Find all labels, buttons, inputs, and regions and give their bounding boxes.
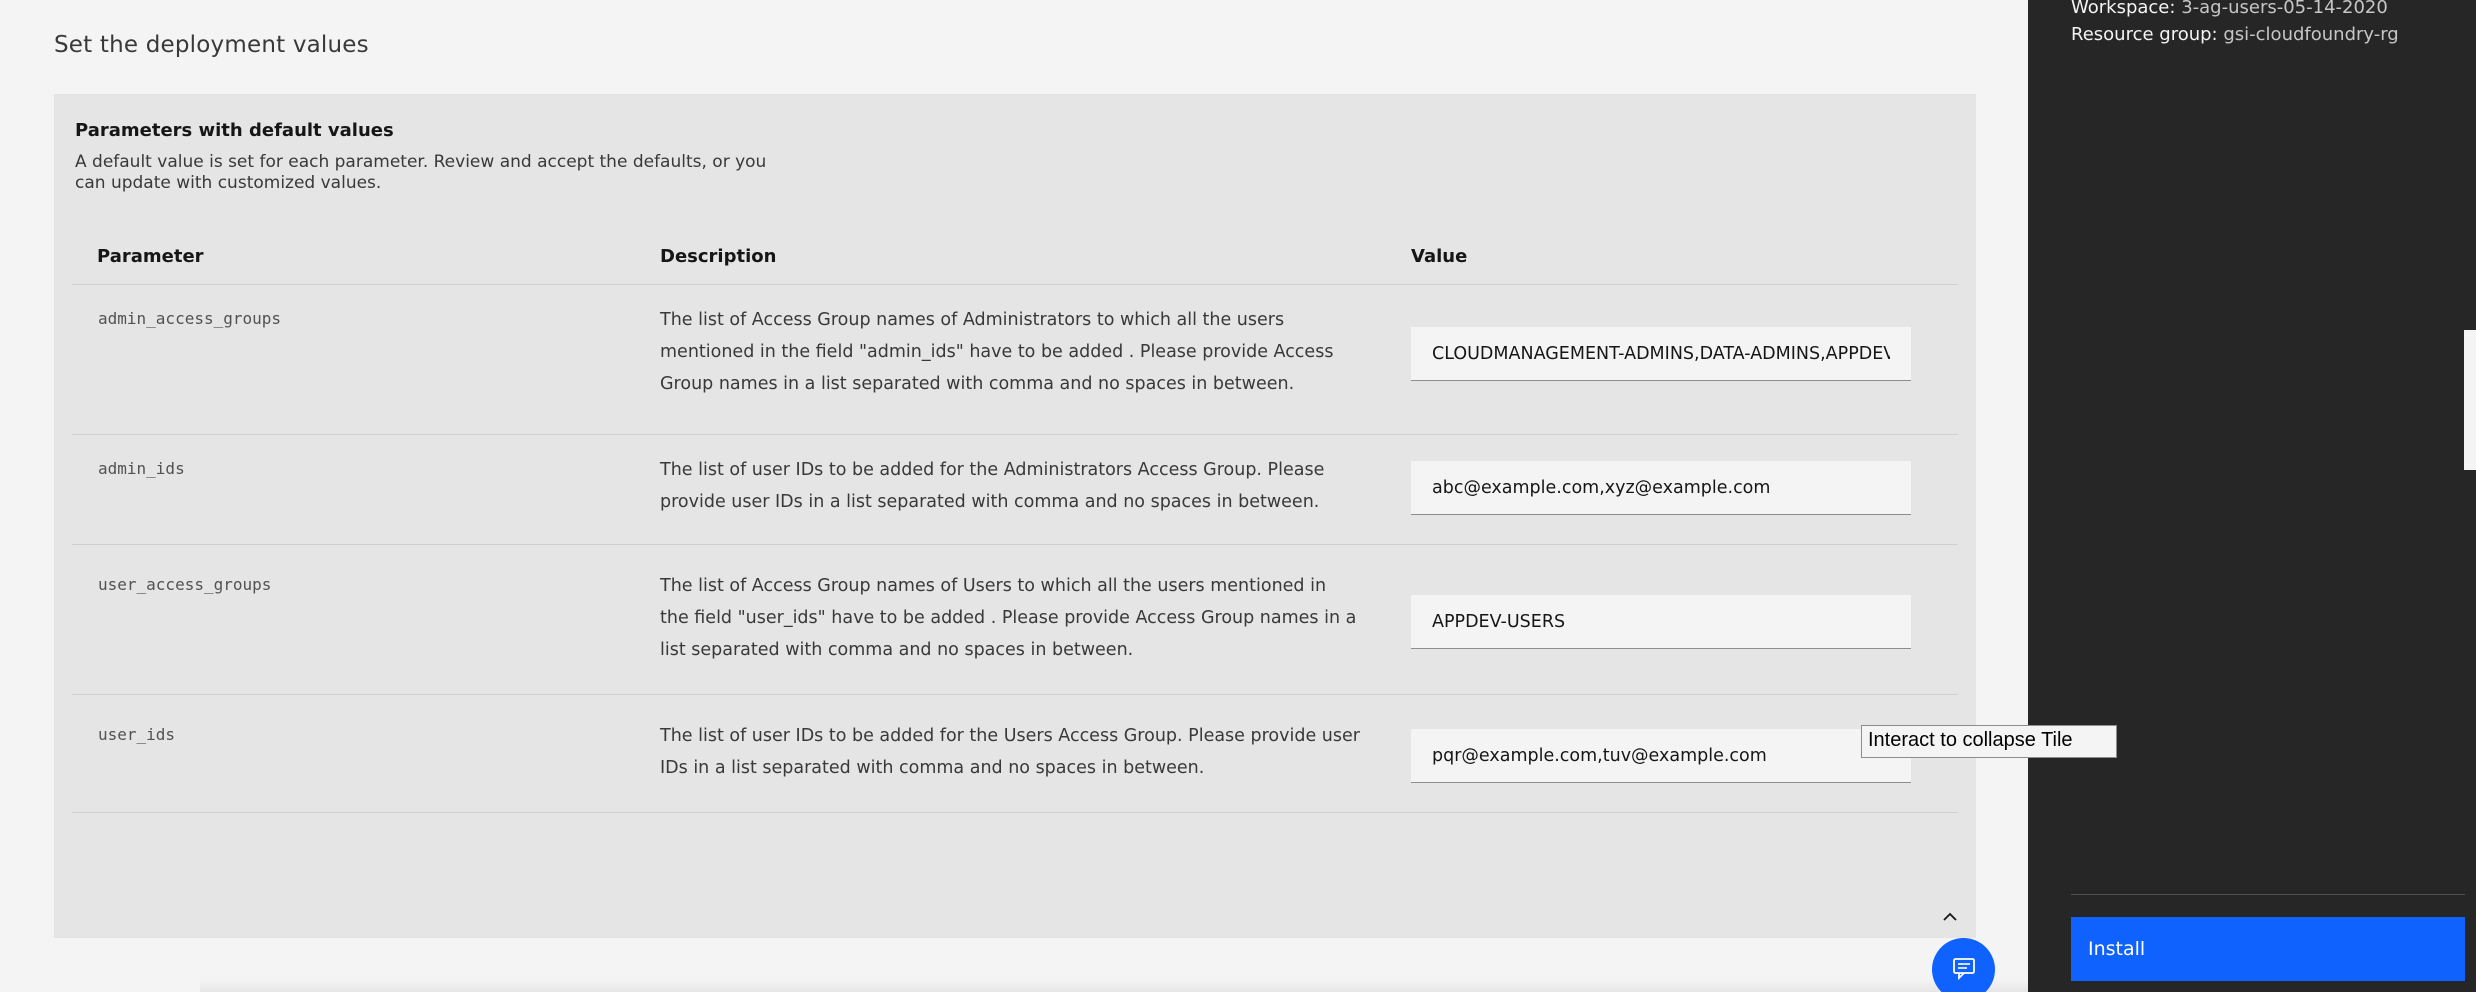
install-button[interactable]: Install xyxy=(2071,917,2465,981)
feedback-button[interactable] xyxy=(1932,938,1995,992)
chat-icon xyxy=(1950,954,1978,986)
parameter-value-input[interactable] xyxy=(1411,729,1911,783)
panel-divider xyxy=(2071,894,2465,895)
resource-group-label: Resource group: xyxy=(2071,24,2218,45)
table-row: user_ids The list of user IDs to be adde… xyxy=(54,695,1976,813)
collapse-tile-tooltip: Interact to collapse Tile xyxy=(1861,725,2117,758)
tile-description: A default value is set for each paramete… xyxy=(75,152,767,193)
resource-group-value: gsi-cloudfoundry-rg xyxy=(2223,24,2399,45)
parameter-description: The list of Access Group names of Admini… xyxy=(660,310,1334,394)
parameter-value-input[interactable] xyxy=(1411,595,1911,649)
parameter-name: user_ids xyxy=(98,725,176,744)
summary-panel: Workspace: 3-ag-users-05-14-2020 Resourc… xyxy=(2028,0,2476,992)
parameter-name: user_access_groups xyxy=(98,575,272,594)
tile-title: Parameters with default values xyxy=(75,120,394,141)
table-row: admin_ids The list of user IDs to be add… xyxy=(54,435,1976,545)
chevron-up-icon[interactable] xyxy=(1940,908,1960,922)
row-divider xyxy=(72,812,1958,813)
parameter-description: The list of Access Group names of Users … xyxy=(660,576,1357,660)
table-row: admin_access_groups The list of Access G… xyxy=(54,285,1976,435)
scroll-shadow xyxy=(200,980,2028,992)
parameter-name: admin_ids xyxy=(98,459,185,478)
parameter-value-input[interactable] xyxy=(1411,327,1911,381)
column-header-value: Value xyxy=(1411,246,1468,267)
table-row: user_access_groups The list of Access Gr… xyxy=(54,545,1976,695)
workspace-info: Workspace: 3-ag-users-05-14-2020 xyxy=(2071,0,2388,18)
column-header-description: Description xyxy=(660,246,777,267)
resource-group-info: Resource group: gsi-cloudfoundry-rg xyxy=(2071,24,2399,45)
parameters-tile: Parameters with default values A default… xyxy=(54,94,1976,938)
table-header: Parameter Description Value xyxy=(54,246,1976,278)
panel-scrollbar[interactable] xyxy=(2464,330,2476,470)
main-content: Set the deployment values Parameters wit… xyxy=(0,0,2117,992)
parameter-description: The list of user IDs to be added for the… xyxy=(660,460,1325,512)
workspace-value: 3-ag-users-05-14-2020 xyxy=(2181,0,2388,18)
column-header-parameter: Parameter xyxy=(97,246,204,267)
parameter-value-input[interactable] xyxy=(1411,461,1911,515)
page-title: Set the deployment values xyxy=(54,32,369,58)
workspace-label: Workspace: xyxy=(2071,0,2176,18)
parameter-description: The list of user IDs to be added for the… xyxy=(660,726,1360,778)
parameter-name: admin_access_groups xyxy=(98,309,282,328)
